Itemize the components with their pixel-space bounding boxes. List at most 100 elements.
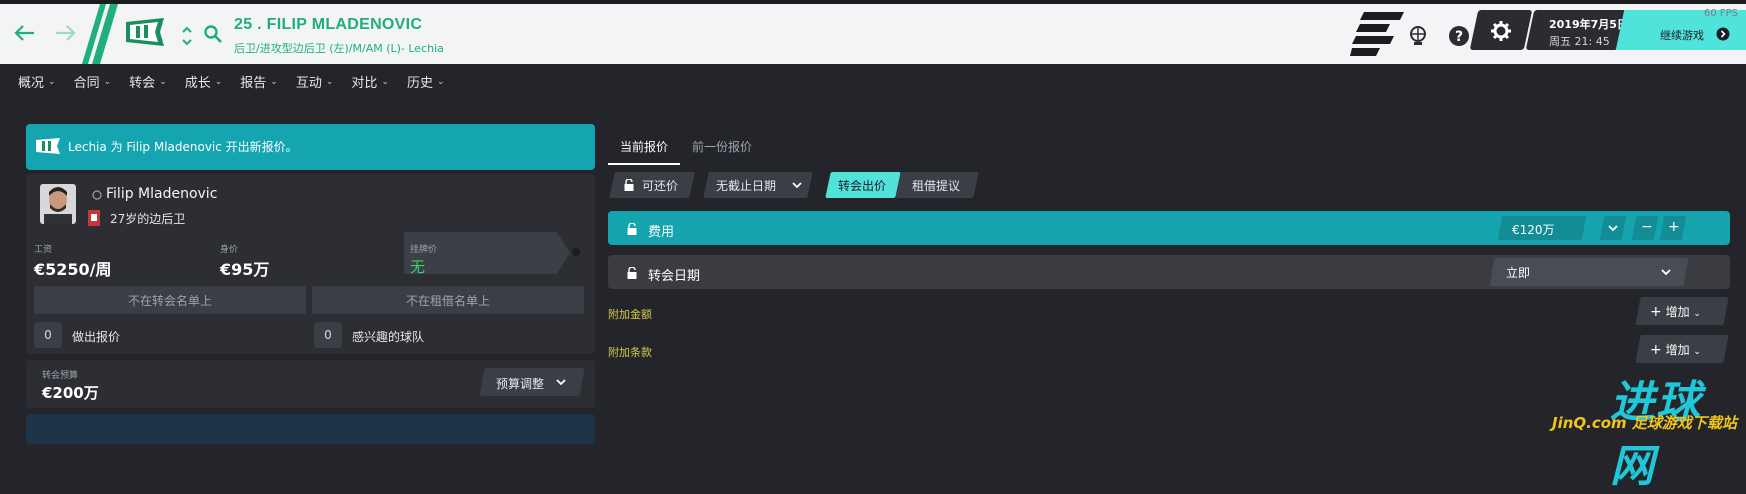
plus-icon: + [1668, 219, 1680, 235]
fps-counter: 60 FPS [1704, 8, 1739, 19]
loan-list-status[interactable]: 不在租借名单上 [312, 286, 584, 314]
forward-button[interactable] [50, 18, 80, 48]
menu-label: 概况 [18, 76, 45, 91]
offers-label[interactable]: 做出报价 [72, 328, 120, 345]
transfer-offer-label: 转会出价 [838, 179, 887, 193]
chevron-down-icon [1608, 225, 1618, 232]
wage-label: 工资 [34, 245, 53, 255]
player-age-position: 27岁的边后卫 [110, 212, 186, 226]
add-extra-terms-label: + 增加 ⌄ [1650, 341, 1701, 358]
fee-label: 费用 [648, 225, 675, 240]
interested-label[interactable]: 感兴趣的球队 [352, 328, 424, 345]
wage-value: €5250/周 [34, 260, 112, 279]
tag-hole-icon [572, 248, 580, 256]
menu-label: 历史 [406, 76, 433, 91]
club-flag-icon [36, 138, 60, 154]
chevron-updown-icon[interactable] [180, 24, 194, 48]
menu-label: 对比 [351, 76, 378, 91]
notice-text: Lechia 为 Filip Mladenovic 开出新报价。 [68, 140, 298, 154]
extra-amount-label: 附加金额 [608, 308, 652, 321]
menu-transfer[interactable]: 转会 ⌄ [129, 72, 167, 91]
value-value: €95万 [220, 260, 270, 279]
transfer-date-label: 转会日期 [648, 269, 701, 284]
tab-current-offer[interactable]: 当前报价 [608, 136, 681, 165]
interested-count: 0 [314, 322, 342, 348]
gear-icon [1491, 21, 1511, 41]
play-circle-icon [1716, 27, 1730, 41]
chevron-down-icon: ⌄ [1693, 347, 1701, 357]
menu-overview[interactable]: 概况 ⌄ [18, 72, 56, 91]
chevron-down-icon [556, 379, 566, 386]
menu-label: 合同 [73, 76, 100, 91]
unlock-icon [624, 179, 634, 191]
club-crest-icon[interactable] [124, 16, 168, 50]
player-name[interactable]: Filip Mladenovic [106, 186, 217, 202]
add-extra-amount-label: + 增加 ⌄ [1650, 303, 1701, 320]
tab-previous-offer[interactable]: 前一份报价 [680, 136, 764, 165]
menu-label: 成长 [184, 76, 211, 91]
user-icon [92, 190, 102, 200]
player-card: Filip Mladenovic 27岁的边后卫 工资 €5250/周 身价 €… [26, 174, 595, 354]
help-icon: ? [1449, 26, 1469, 46]
chevron-down-icon [1661, 269, 1671, 276]
value-label: 身价 [220, 245, 239, 255]
chevron-down-icon: ⌄ [270, 76, 278, 87]
loan-offer-label: 租借提议 [912, 179, 961, 193]
menu-label: 报告 [240, 76, 267, 91]
chevron-down-icon: ⌄ [1693, 309, 1701, 319]
budget-label: 转会预算 [42, 371, 79, 381]
asking-price-value: 无 [410, 258, 426, 276]
transfer-date-value: 立即 [1506, 266, 1531, 280]
club-stripes-icon [82, 4, 118, 64]
next-panel [26, 414, 595, 444]
serbia-flag-icon [88, 210, 100, 226]
current-date: 2019年7月5日 [1549, 18, 1628, 31]
extra-terms-label: 附加条款 [608, 346, 652, 359]
menu-compare[interactable]: 对比 ⌄ [351, 72, 389, 91]
unlock-icon[interactable] [627, 267, 637, 279]
negotiable-label: 可还价 [642, 179, 679, 193]
menu-development[interactable]: 成长 ⌄ [185, 72, 223, 91]
search-icon[interactable] [203, 24, 223, 44]
chevron-down-icon [792, 182, 802, 189]
back-button[interactable] [10, 18, 40, 48]
offers-count: 0 [34, 322, 62, 348]
menu-label: 转会 [129, 76, 156, 91]
menu-label: 互动 [295, 76, 322, 91]
plus-icon: + [1650, 342, 1662, 358]
deadline-label: 无截止日期 [716, 179, 777, 193]
chevron-down-icon: ⌄ [159, 76, 167, 87]
transfer-list-status[interactable]: 不在转会名单上 [34, 286, 306, 314]
chevron-down-icon: ⌄ [103, 76, 112, 87]
chevron-down-icon: ⌄ [48, 76, 56, 87]
minus-icon: − [1641, 219, 1653, 235]
fm-logo-icon [1350, 12, 1404, 56]
unlock-icon[interactable] [627, 223, 637, 235]
help-button[interactable]: ? [1447, 24, 1471, 48]
player-avatar[interactable] [40, 184, 76, 224]
player-position-club: 后卫/进攻型边后卫 (左)/M/AM (L)- Lechia [234, 42, 444, 55]
add-label: 增加 [1665, 305, 1690, 319]
globe-trophy-icon [1410, 26, 1426, 45]
player-title: 25 . FILIP MLADENOVIC [234, 16, 423, 33]
chevron-down-icon: ⌄ [436, 76, 445, 87]
offer-notice: Lechia 为 Filip Mladenovic 开出新报价。 [26, 124, 595, 170]
chevron-down-icon: ⌄ [325, 76, 334, 87]
chevron-down-icon: ⌄ [381, 76, 389, 87]
current-time: 周五 21: 45 [1549, 35, 1610, 48]
menu-history[interactable]: 历史 ⌄ [407, 72, 445, 91]
plus-icon: + [1650, 304, 1662, 320]
menu-contract[interactable]: 合同 ⌄ [74, 72, 112, 91]
asking-price-label: 挂牌价 [410, 245, 438, 255]
budget-adjust-label: 预算调整 [496, 377, 545, 391]
arrow-right-icon [56, 25, 76, 41]
add-label: 增加 [1665, 343, 1690, 357]
budget-value: €200万 [42, 384, 99, 402]
fee-value: €120万 [1512, 223, 1555, 237]
transfer-budget: 转会预算 €200万 预算调整 [26, 360, 595, 408]
world-button[interactable] [1406, 24, 1430, 48]
menu-reports[interactable]: 报告 ⌄ [240, 72, 278, 91]
arrow-left-icon [14, 25, 34, 41]
menu-interaction[interactable]: 互动 ⌄ [296, 72, 334, 91]
offer-tabs: 当前报价 前一份报价 [608, 136, 764, 165]
